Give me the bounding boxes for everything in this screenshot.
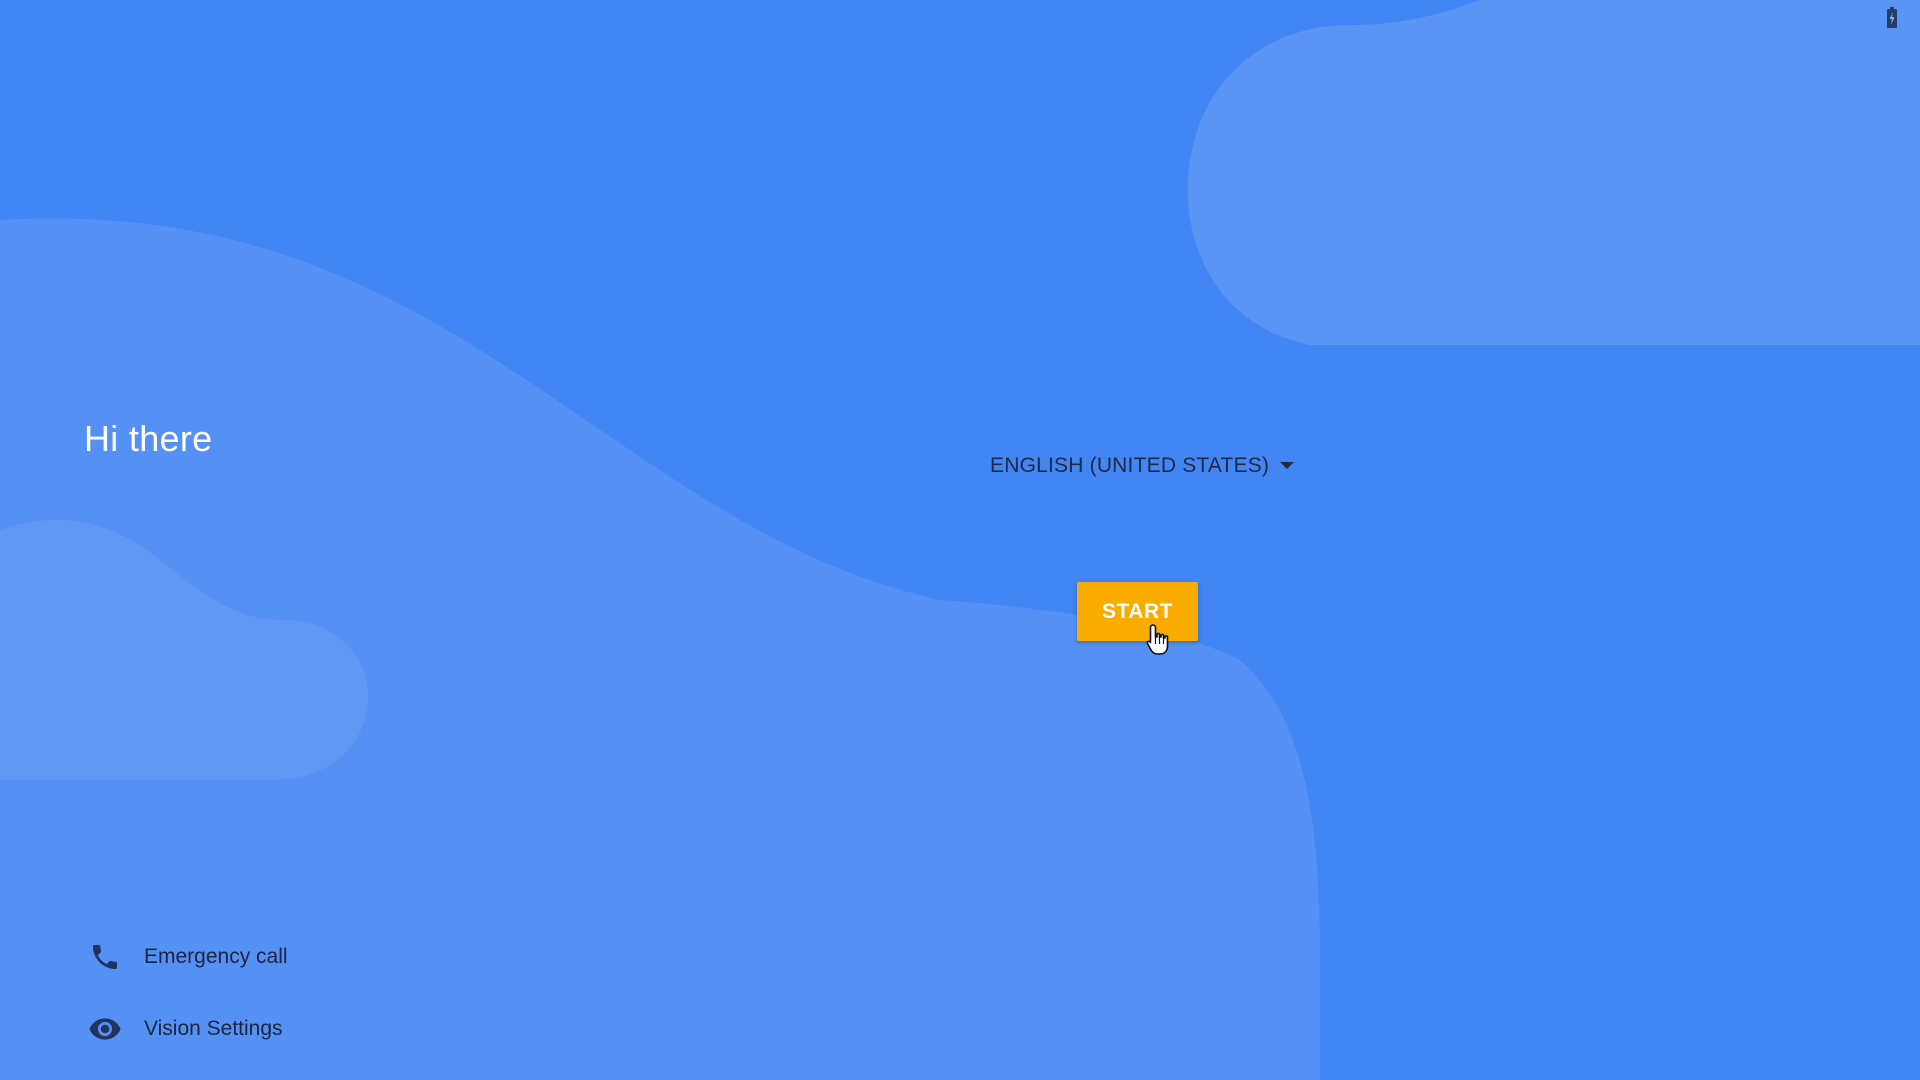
start-button-label: START: [1102, 599, 1173, 623]
greeting-title: Hi there: [84, 418, 213, 459]
setup-welcome-screen: Hi there ENGLISH (UNITED STATES) START E…: [0, 0, 1920, 1080]
language-label: ENGLISH (UNITED STATES): [990, 454, 1270, 477]
phone-icon: [86, 938, 124, 976]
language-dropdown[interactable]: ENGLISH (UNITED STATES): [990, 448, 1295, 484]
eye-icon: [86, 1010, 124, 1048]
background-waves: [0, 0, 1920, 1080]
emergency-call-link[interactable]: Emergency call: [86, 938, 288, 976]
emergency-call-label: Emergency call: [144, 945, 288, 968]
start-button[interactable]: START: [1077, 582, 1198, 641]
vision-settings-link[interactable]: Vision Settings: [86, 1010, 283, 1048]
vision-settings-label: Vision Settings: [144, 1017, 283, 1040]
dropdown-caret-icon: [1280, 462, 1295, 469]
battery-charging-icon: [1887, 7, 1897, 28]
